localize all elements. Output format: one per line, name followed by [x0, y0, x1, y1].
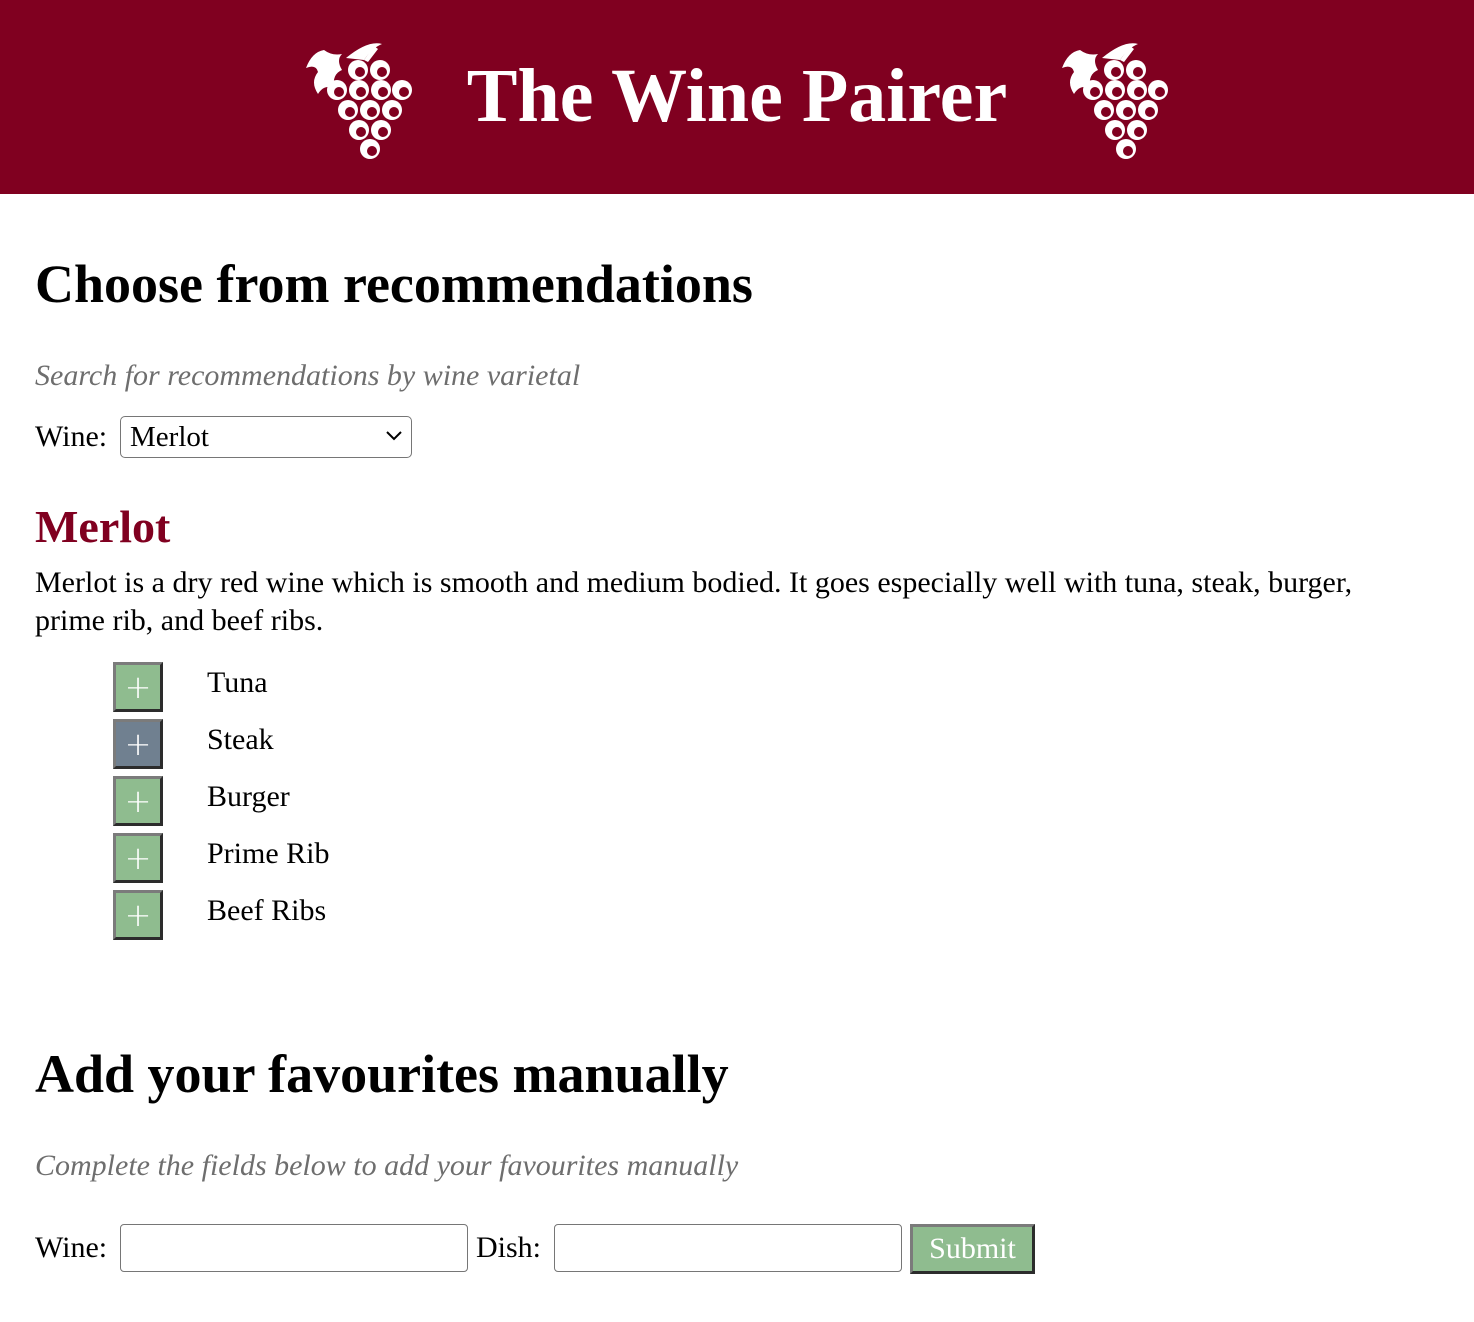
site-header: The Wine Pairer — [0, 0, 1474, 194]
add-pairing-button[interactable]: + — [113, 890, 163, 940]
pairing-item-steak: + Steak — [113, 719, 613, 776]
wine-select[interactable]: Merlot — [120, 416, 412, 458]
pairing-item-prime-rib: + Prime Rib — [113, 833, 613, 890]
add-pairing-button[interactable]: + — [113, 662, 163, 712]
wine-description: Merlot is a dry red wine which is smooth… — [35, 566, 1353, 637]
manual-title: Add your favourites manually — [35, 1044, 729, 1104]
pairing-item-beef-ribs: + Beef Ribs — [113, 890, 613, 947]
chevron-down-icon — [386, 431, 402, 441]
wine-input-label: Wine: — [35, 1231, 108, 1264]
pairing-label: Steak — [207, 723, 274, 756]
submit-button[interactable]: Submit — [910, 1224, 1035, 1274]
wine-input[interactable] — [120, 1224, 468, 1272]
add-pairing-button[interactable]: + — [113, 776, 163, 826]
pairing-item-tuna: + Tuna — [113, 662, 613, 719]
recommendations-title: Choose from recommendations — [35, 254, 753, 314]
add-pairing-button[interactable]: + — [113, 833, 163, 883]
site-title: The Wine Pairer — [466, 54, 1008, 138]
pairing-label: Prime Rib — [207, 837, 330, 870]
dish-input[interactable] — [554, 1224, 902, 1272]
wine-heading: Merlot — [35, 501, 171, 552]
recommendations-hint: Search for recommendations by wine varie… — [35, 359, 581, 392]
dish-input-label: Dish: — [476, 1231, 542, 1264]
pairing-label: Burger — [207, 780, 290, 813]
grapes-icon — [1062, 43, 1168, 159]
pairing-label: Beef Ribs — [207, 894, 327, 927]
pairing-item-burger: + Burger — [113, 776, 613, 833]
pairing-label: Tuna — [207, 666, 268, 699]
wine-select-value: Merlot — [130, 421, 209, 453]
add-pairing-button[interactable]: + — [113, 719, 163, 769]
header-inner: The Wine Pairer — [0, 0, 1474, 194]
manual-hint: Complete the fields below to add your fa… — [35, 1149, 739, 1182]
wine-select-label: Wine: — [35, 420, 108, 453]
pairing-list: + Tuna + Steak + Burger + Prime Rib + Be… — [113, 662, 613, 947]
